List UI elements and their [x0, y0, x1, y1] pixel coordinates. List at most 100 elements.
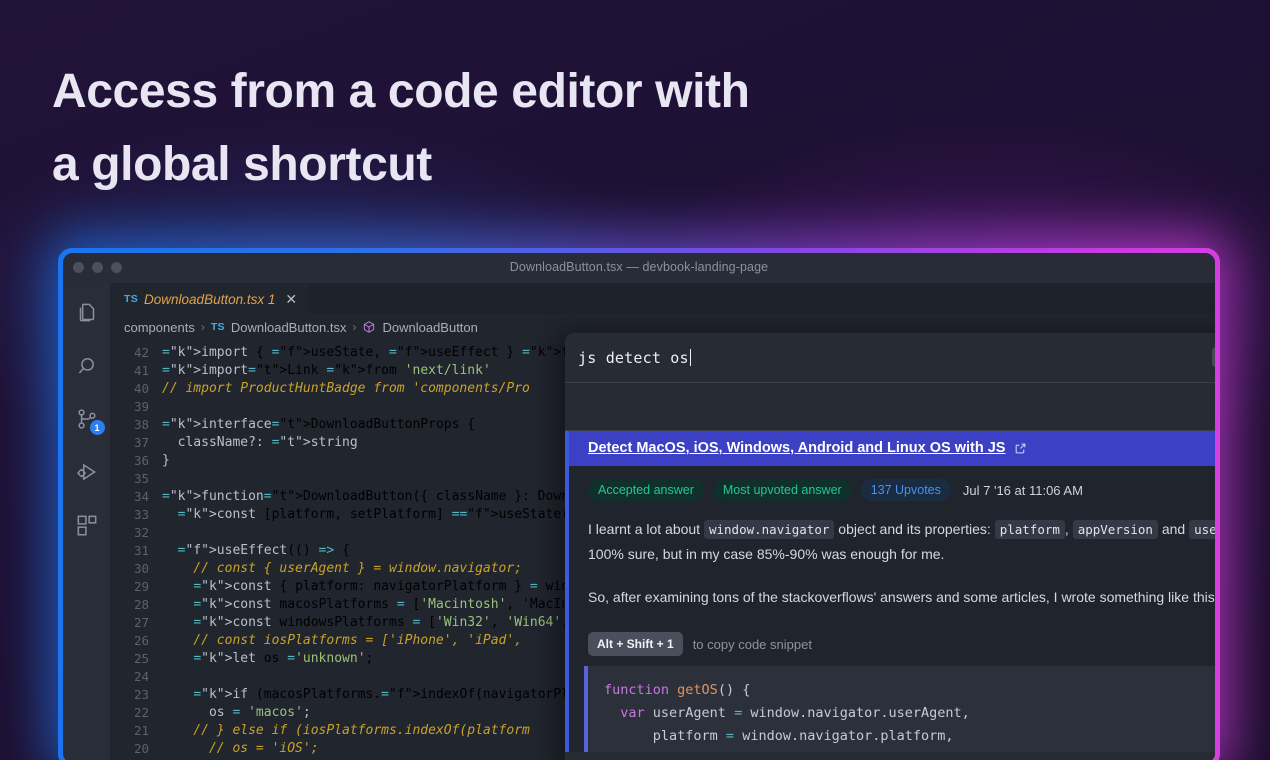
search-icon[interactable] [74, 353, 100, 379]
editor-window-frame: DownloadButton.tsx — devbook-landing-pag… [58, 248, 1220, 760]
line-content: ="k">import [162, 345, 249, 360]
chevron-right-icon: › [200, 320, 205, 334]
breadcrumb-folder[interactable]: components [124, 320, 195, 335]
text-part: and [1157, 521, 1190, 537]
line-number: 39 [133, 399, 149, 414]
text-caret [689, 349, 692, 366]
line-number: 23 [133, 687, 149, 702]
line-number: 32 [133, 525, 149, 540]
window-body: 1 TS DownloadButton.tsx 1 ✕ components ›… [63, 283, 1215, 760]
search-input[interactable]: js detect os [578, 349, 689, 367]
line-content [162, 398, 170, 416]
line-number: 30 [133, 561, 149, 576]
result-accent-bar [565, 431, 569, 752]
enter-key-hint[interactable]: Enter [1212, 347, 1215, 367]
run-debug-icon[interactable] [74, 459, 100, 485]
status-badge-upvotes: 137 Upvotes [860, 479, 951, 501]
line-content: } [162, 453, 170, 468]
typescript-icon: TS [210, 321, 225, 333]
snippet-line: var userAgent = window.navigator.userAge… [620, 705, 970, 721]
line-number: 42 [133, 345, 149, 360]
files-icon[interactable] [74, 300, 100, 326]
line-number: 21 [133, 723, 149, 738]
line-number: 33 [133, 507, 149, 522]
window-title: DownloadButton.tsx — devbook-landing-pag… [509, 260, 769, 274]
result-title-bar[interactable]: Detect MacOS, iOS, Windows, Android and … [569, 431, 1215, 466]
text-part: object and its properties: [834, 521, 995, 537]
page-title: Access from a code editor with a global … [52, 56, 952, 202]
inline-code: userAg [1189, 520, 1215, 539]
line-content: className?: ="t">string [162, 435, 358, 450]
cube-icon [362, 320, 376, 334]
tab-label: DownloadButton.tsx 1 [144, 291, 276, 307]
line-number: 28 [133, 597, 149, 612]
line-content: ="k">import [162, 363, 249, 378]
line-number: 36 [133, 453, 149, 468]
inline-code: appVersion [1072, 520, 1158, 539]
line-content [162, 470, 170, 488]
line-number: 31 [133, 543, 149, 558]
breadcrumb-symbol[interactable]: DownloadButton [382, 320, 477, 335]
typescript-icon: TS [124, 293, 139, 305]
result-paragraph-1: I learnt a lot about window.navigator ob… [588, 517, 1215, 567]
line-content: // os = 'iOS'; [162, 741, 319, 756]
line-number: 38 [133, 417, 149, 432]
close-icon[interactable]: ✕ [285, 292, 297, 306]
line-content: // const { userAgent } = window.navigato… [162, 561, 523, 576]
external-link-icon[interactable] [1014, 442, 1027, 455]
search-overlay: js detect os Enter Detect MacOS, iOS, Wi… [565, 333, 1215, 760]
line-number: 22 [133, 705, 149, 720]
editor-pane: TS DownloadButton.tsx 1 ✕ components › T… [110, 283, 1215, 760]
line-number: 24 [133, 669, 149, 684]
headline-line-2: a global shortcut [52, 137, 432, 191]
text-part: , [1064, 521, 1073, 537]
line-number: 29 [133, 579, 149, 594]
result-title-link[interactable]: Detect MacOS, iOS, Windows, Android and … [588, 440, 1005, 456]
activity-bar: 1 [63, 283, 110, 760]
line-content [162, 524, 170, 542]
search-result-item: Detect MacOS, iOS, Windows, Android and … [565, 431, 1215, 752]
line-number: 41 [133, 363, 149, 378]
copy-snippet-row: Alt + Shift + 1 to copy code snippet [569, 628, 1215, 666]
status-badge-accepted: Accepted answer [588, 479, 704, 501]
line-number: 35 [133, 471, 149, 486]
line-number: 40 [133, 381, 149, 396]
tab-downloadbutton[interactable]: TS DownloadButton.tsx 1 ✕ [110, 283, 309, 314]
line-content: // const iosPlatforms = ['iPhone', 'iPad… [162, 633, 523, 648]
extensions-icon[interactable] [74, 512, 100, 538]
line-number: 34 [133, 489, 149, 504]
line-content: ="k">interface [162, 417, 272, 432]
line-content: ="k">const [193, 615, 272, 630]
line-number: 25 [133, 651, 149, 666]
editor-window: DownloadButton.tsx — devbook-landing-pag… [63, 253, 1215, 760]
breadcrumb-file[interactable]: DownloadButton.tsx [231, 320, 347, 335]
result-timestamp: Jul 7 '16 at 11:06 AM [962, 482, 1083, 498]
window-titlebar: DownloadButton.tsx — devbook-landing-pag… [63, 253, 1215, 283]
text-part: I learnt a lot about [588, 521, 704, 537]
headline-line-1: Access from a code editor with [52, 65, 750, 118]
line-content: ="k">let [193, 651, 256, 666]
search-input-row[interactable]: js detect os Enter [565, 333, 1215, 383]
line-content: ="k">function [162, 489, 264, 504]
code-snippet[interactable]: function getOS() { var userAgent = windo… [584, 666, 1215, 752]
snippet-line: function getOS() { [604, 682, 751, 698]
line-content: ="k">const [177, 507, 256, 522]
line-number: 37 [133, 435, 149, 450]
copy-shortcut-key[interactable]: Alt + Shift + 1 [588, 632, 683, 656]
line-content: ="k">const [193, 597, 272, 612]
line-number: 20 [133, 741, 149, 756]
source-control-icon[interactable]: 1 [74, 406, 105, 435]
line-content: ="f">useEffect [177, 543, 288, 558]
landing-page: Access from a code editor with a global … [0, 0, 1270, 760]
result-paragraph-2: So, after examining tons of the stackove… [588, 589, 1215, 605]
result-body: I learnt a lot about window.navigator ob… [569, 510, 1215, 610]
line-content: os = 'macos'; [162, 705, 311, 720]
editor-tab-bar: TS DownloadButton.tsx 1 ✕ [110, 283, 1215, 314]
line-number: 26 [133, 633, 149, 648]
source-control-badge: 1 [89, 420, 105, 435]
search-filter-strip [565, 383, 1215, 431]
line-content: // import ProductHuntBadge from 'compone… [162, 381, 530, 396]
line-content: ="k">if [193, 687, 249, 702]
text-part: 100% sure, but in my case 85%-90% was en… [588, 546, 945, 562]
line-content: ="k">const [193, 579, 272, 594]
